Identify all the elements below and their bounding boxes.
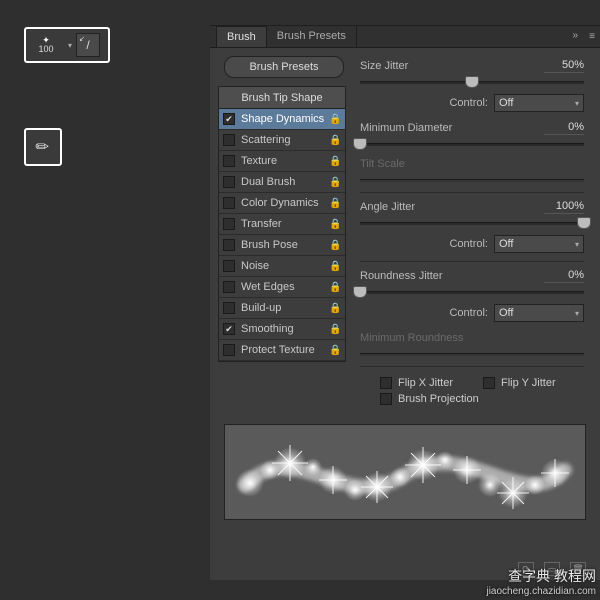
lock-icon[interactable]: 🔒 xyxy=(329,114,341,125)
control-label: Control: xyxy=(449,307,488,319)
checkbox[interactable] xyxy=(223,323,235,335)
brush-icon: ✎ xyxy=(31,135,55,159)
checkbox[interactable] xyxy=(223,302,235,314)
chevron-down-icon: ▾ xyxy=(68,41,72,50)
option-dual-brush[interactable]: Dual Brush 🔒 xyxy=(219,172,345,193)
option-smoothing[interactable]: Smoothing 🔒 xyxy=(219,319,345,340)
angle-jitter-slider[interactable] xyxy=(360,217,584,231)
lock-icon[interactable]: 🔒 xyxy=(329,303,341,314)
size-jitter-value[interactable]: 50% xyxy=(544,59,584,73)
trash-icon[interactable]: 🗑 xyxy=(570,562,586,576)
chevron-down-icon: ▾ xyxy=(575,240,579,249)
tab-brush-presets[interactable]: Brush Presets xyxy=(267,26,357,47)
lock-icon[interactable]: 🔒 xyxy=(329,156,341,167)
lock-icon[interactable]: 🔒 xyxy=(329,198,341,209)
checkbox[interactable] xyxy=(223,113,235,125)
brush-stroke-preview xyxy=(224,424,586,520)
brush-preset-picker[interactable]: ✦ 100 ▾ ↙ / xyxy=(24,27,110,63)
option-texture[interactable]: Texture 🔒 xyxy=(219,151,345,172)
roundness-control-select[interactable]: Off▾ xyxy=(494,304,584,322)
panel-menu-icon[interactable]: ≡ xyxy=(589,31,594,42)
checkbox[interactable] xyxy=(223,155,235,167)
brush-presets-button[interactable]: Brush Presets xyxy=(224,56,344,78)
tilt-scale-label: Tilt Scale xyxy=(360,158,405,170)
divider xyxy=(360,366,584,367)
tilt-scale-slider xyxy=(360,174,584,188)
size-jitter-label: Size Jitter xyxy=(360,60,408,72)
option-protect-texture[interactable]: Protect Texture 🔒 xyxy=(219,340,345,361)
brush-size-value: 100 xyxy=(38,44,53,54)
angle-jitter-control-select[interactable]: Off▾ xyxy=(494,235,584,253)
min-roundness-label: Minimum Roundness xyxy=(360,332,463,344)
min-diameter-value[interactable]: 0% xyxy=(544,121,584,135)
tab-brush[interactable]: Brush xyxy=(216,26,267,47)
lock-icon[interactable]: 🔒 xyxy=(329,282,341,293)
min-diameter-slider[interactable] xyxy=(360,138,584,152)
checkbox[interactable] xyxy=(223,218,235,230)
brush-panel: Brush Brush Presets » ≡ Brush Presets Br… xyxy=(210,25,600,580)
control-label: Control: xyxy=(449,238,488,250)
control-label: Control: xyxy=(449,97,488,109)
new-preset-icon[interactable]: ▭ xyxy=(544,562,560,576)
chevron-down-icon: ▾ xyxy=(575,309,579,318)
option-build-up[interactable]: Build-up 🔒 xyxy=(219,298,345,319)
lock-icon[interactable]: 🔒 xyxy=(329,219,341,230)
option-color-dynamics[interactable]: Color Dynamics 🔒 xyxy=(219,193,345,214)
brush-options-list: Brush Tip Shape Shape Dynamics 🔒 Scatter… xyxy=(218,86,346,362)
roundness-jitter-label: Roundness Jitter xyxy=(360,270,443,282)
lock-icon[interactable]: 🔒 xyxy=(329,135,341,146)
checkbox[interactable] xyxy=(223,344,235,356)
lock-icon[interactable]: 🔒 xyxy=(329,324,341,335)
lock-icon[interactable]: 🔒 xyxy=(329,177,341,188)
option-shape-dynamics[interactable]: Shape Dynamics 🔒 xyxy=(219,109,345,130)
checkbox[interactable] xyxy=(223,134,235,146)
checkbox[interactable] xyxy=(223,281,235,293)
min-roundness-slider xyxy=(360,348,584,362)
lock-icon[interactable]: 🔒 xyxy=(329,240,341,251)
flip-x-jitter-checkbox[interactable]: Flip X Jitter xyxy=(380,377,453,389)
checkbox[interactable] xyxy=(223,260,235,272)
option-scattering[interactable]: Scattering 🔒 xyxy=(219,130,345,151)
option-transfer[interactable]: Transfer 🔒 xyxy=(219,214,345,235)
chevron-down-icon: ▾ xyxy=(575,99,579,108)
flip-y-jitter-checkbox[interactable]: Flip Y Jitter xyxy=(483,377,556,389)
brush-tip-shape-header[interactable]: Brush Tip Shape xyxy=(219,87,345,109)
checkbox[interactable] xyxy=(223,197,235,209)
toggle-preview-icon[interactable]: ⟳ xyxy=(518,562,534,576)
checkbox[interactable] xyxy=(223,239,235,251)
brush-tool[interactable]: ✎ xyxy=(24,128,62,166)
size-jitter-control-select[interactable]: Off▾ xyxy=(494,94,584,112)
panel-footer: ⟳ ▭ 🗑 xyxy=(518,562,586,576)
option-brush-pose[interactable]: Brush Pose 🔒 xyxy=(219,235,345,256)
arrow-icon: ↙ xyxy=(79,35,85,43)
brush-panel-toggle[interactable]: ↙ / xyxy=(76,33,100,57)
lock-icon[interactable]: 🔒 xyxy=(329,261,341,272)
divider xyxy=(360,192,584,193)
option-noise[interactable]: Noise 🔒 xyxy=(219,256,345,277)
option-wet-edges[interactable]: Wet Edges 🔒 xyxy=(219,277,345,298)
brush-icon: / xyxy=(86,38,89,52)
roundness-jitter-value[interactable]: 0% xyxy=(544,269,584,283)
angle-jitter-label: Angle Jitter xyxy=(360,201,415,213)
brush-thumbnail: ✦ 100 xyxy=(26,29,66,61)
size-jitter-slider[interactable] xyxy=(360,76,584,90)
checkbox[interactable] xyxy=(223,176,235,188)
brush-projection-checkbox[interactable]: Brush Projection xyxy=(380,393,479,405)
sparkle-stroke-icon xyxy=(225,425,585,520)
collapse-icon[interactable]: » xyxy=(572,30,578,41)
sparkle-icon: ✦ xyxy=(42,36,50,44)
lock-icon[interactable]: 🔒 xyxy=(329,345,341,356)
roundness-jitter-slider[interactable] xyxy=(360,286,584,300)
min-diameter-label: Minimum Diameter xyxy=(360,122,452,134)
panel-tabs: Brush Brush Presets » ≡ xyxy=(210,26,600,48)
angle-jitter-value[interactable]: 100% xyxy=(544,200,584,214)
divider xyxy=(360,261,584,262)
